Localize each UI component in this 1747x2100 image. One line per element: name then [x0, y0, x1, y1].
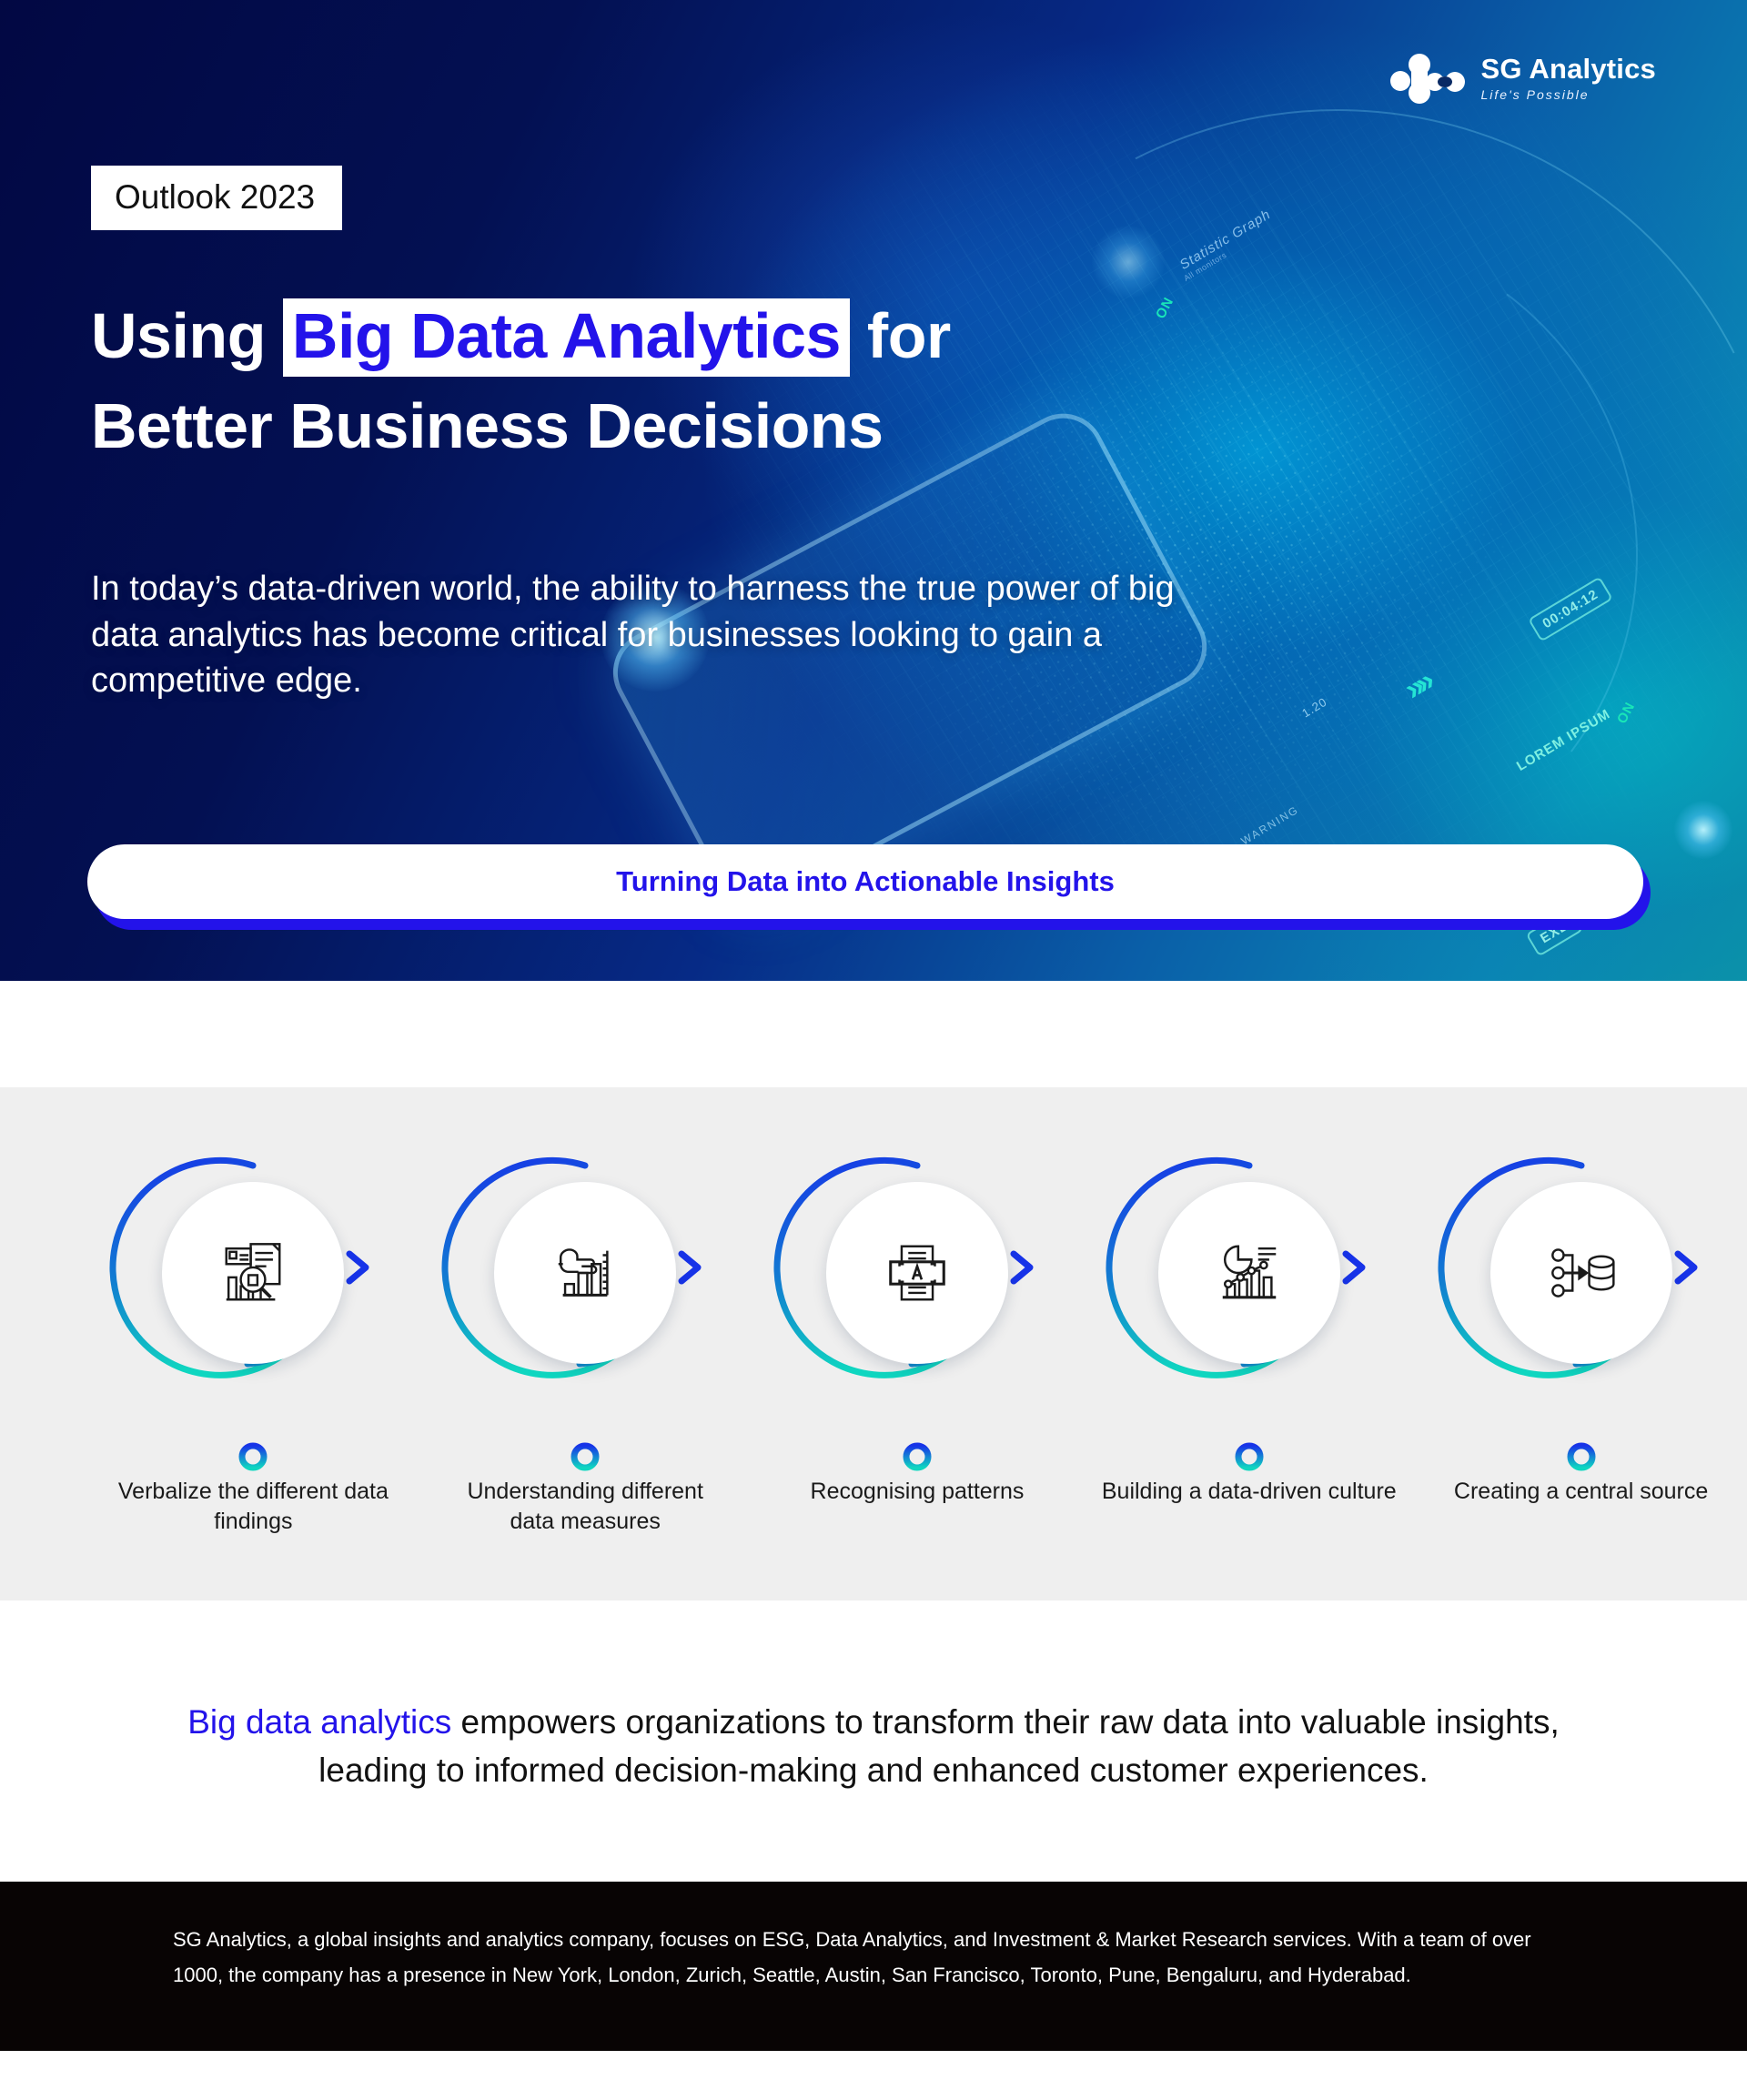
- hero-subtitle: In today’s data-driven world, the abilit…: [91, 570, 1175, 701]
- steps-row: Verbalize the different data findings Un…: [0, 1156, 1747, 1537]
- conclusion-section: Big data analytics empowers organization…: [0, 1600, 1747, 1883]
- step-label: Verbalize the different data findings: [117, 1479, 389, 1534]
- conclusion-accent-text: Big data analytics: [187, 1703, 452, 1741]
- step-connector: [1135, 1381, 1364, 1471]
- step-node: [773, 1156, 1034, 1388]
- step-connector: [1467, 1381, 1696, 1471]
- step-connector-line: [571, 1381, 600, 1471]
- hero-glow-right: [1674, 801, 1732, 859]
- step-icon-disc: [1157, 1182, 1340, 1364]
- step-connector: [138, 1381, 368, 1471]
- cta-container: Turning Data into Actionable Insights: [87, 844, 1651, 930]
- step-icon-disc: [494, 1182, 677, 1364]
- step-item[interactable]: Building a data-driven culture: [1083, 1156, 1415, 1537]
- cta-button[interactable]: Turning Data into Actionable Insights: [87, 844, 1643, 919]
- step-connector: [803, 1381, 1032, 1471]
- step-icon-disc: [825, 1182, 1008, 1364]
- title-part-2: for: [849, 300, 951, 371]
- sg-analytics-node-logo-icon: [1389, 54, 1465, 104]
- hero-steps-spacer: [0, 981, 1747, 1087]
- hero-glow-top: [1092, 226, 1165, 298]
- sg-analytics-logo[interactable]: SG Analytics Life's Possible: [1389, 53, 1657, 104]
- title-line-2: Better Business Decisions: [91, 390, 884, 462]
- logo-company-name: SG Analytics: [1480, 53, 1656, 86]
- step-label: Recognising patterns: [810, 1479, 1025, 1504]
- title-highlight: Big Data Analytics: [282, 298, 850, 377]
- document-report-search-icon: [225, 1243, 281, 1301]
- step-icon-disc: [162, 1182, 345, 1364]
- footer-section: SG Analytics, a global insights and anal…: [0, 1882, 1747, 2052]
- step-node: [109, 1156, 369, 1388]
- step-connector-line: [1567, 1381, 1596, 1471]
- outlook-year-badge: Outlook 2023: [91, 166, 343, 230]
- hero-section: Statistic Graph All monitors ON ON 00:04…: [0, 0, 1747, 981]
- step-node: [441, 1156, 702, 1388]
- step-connector-line: [1235, 1381, 1264, 1471]
- steps-section: Verbalize the different data findings Un…: [0, 1087, 1747, 1600]
- step-label: Understanding different data measures: [467, 1479, 703, 1534]
- step-item[interactable]: Creating a central source: [1415, 1156, 1747, 1537]
- logo-tagline: Life's Possible: [1480, 86, 1590, 102]
- step-item[interactable]: Recognising patterns: [752, 1156, 1084, 1537]
- analytics-dashboard-icon: [1222, 1245, 1277, 1299]
- title-part-1: Using: [91, 300, 283, 371]
- step-label: Building a data-driven culture: [1101, 1479, 1397, 1504]
- data-sources-to-database-icon: [1550, 1248, 1615, 1297]
- page-title: Using Big Data Analytics for Better Busi…: [91, 291, 951, 472]
- step-connector-line: [903, 1381, 932, 1471]
- step-label: Creating a central source: [1453, 1479, 1709, 1504]
- step-node: [1438, 1156, 1698, 1388]
- step-icon-disc: [1489, 1182, 1672, 1364]
- step-item[interactable]: Understanding different data measures: [419, 1156, 752, 1537]
- conclusion-body-text: empowers organizations to transform thei…: [318, 1703, 1560, 1789]
- pattern-scan-letter-a-icon: [889, 1245, 945, 1301]
- step-connector-line: [238, 1381, 268, 1471]
- step-connector: [470, 1381, 700, 1471]
- step-node: [1106, 1156, 1366, 1388]
- step-item[interactable]: Verbalize the different data findings: [87, 1156, 419, 1537]
- footer-about-text: SG Analytics, a global insights and anal…: [173, 1928, 1531, 1987]
- hand-pointing-bar-chart-icon: [558, 1248, 609, 1297]
